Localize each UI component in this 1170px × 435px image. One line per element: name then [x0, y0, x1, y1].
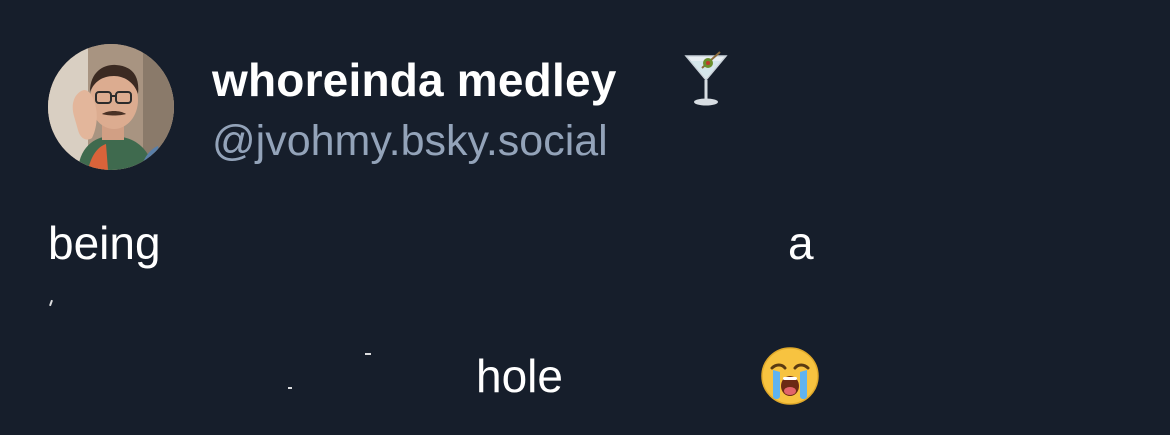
author-handle[interactable]: @jvohmy.bsky.social — [212, 114, 608, 168]
text-fragment — [288, 387, 292, 389]
post-text-word: a — [788, 217, 814, 269]
post-card: whoreinda medley @jvohmy.bsky.social bei… — [0, 0, 1170, 435]
post-text-word: being — [48, 217, 161, 269]
martini-glass-icon — [684, 51, 728, 106]
author-display-name[interactable]: whoreinda medley — [212, 52, 617, 108]
text-fragment — [365, 353, 371, 355]
loudly-crying-face-icon — [761, 347, 819, 405]
text-fragment — [49, 299, 53, 307]
avatar-photo-icon — [48, 44, 174, 170]
avatar[interactable] — [48, 44, 174, 170]
post-text-word: hole — [476, 350, 563, 402]
